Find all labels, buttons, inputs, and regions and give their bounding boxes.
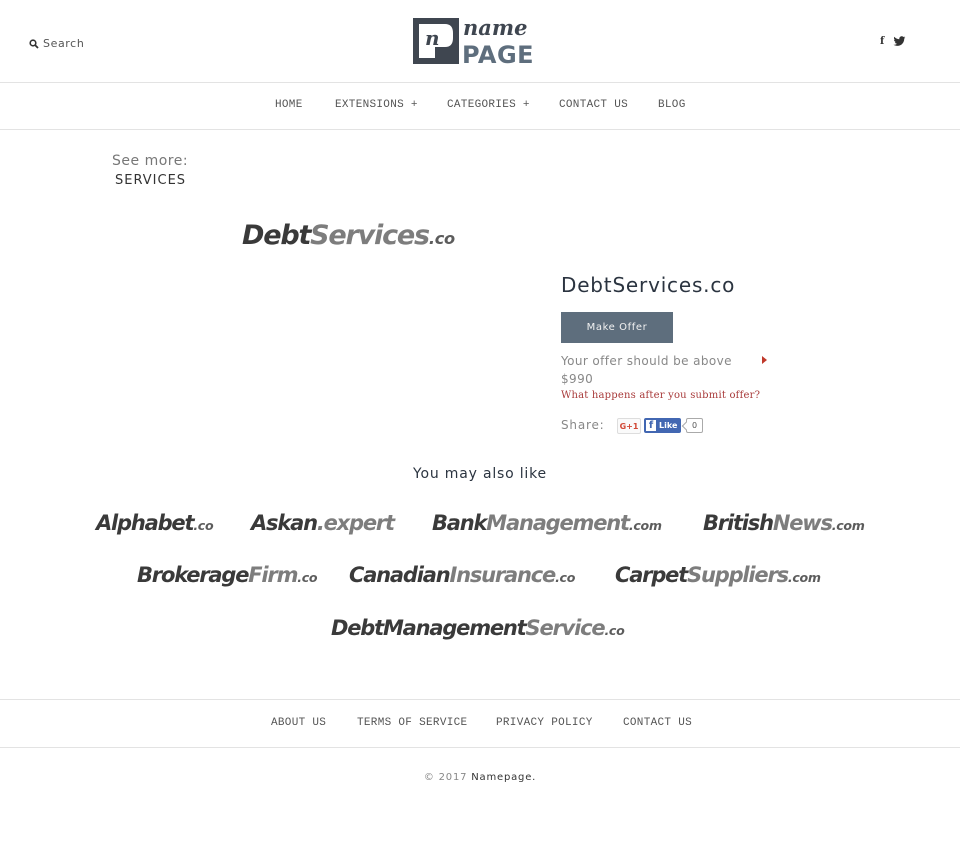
footer-privacy-policy[interactable]: PRIVACY POLICY [496, 717, 593, 729]
logo-bottom-word: PAGE [462, 41, 534, 64]
copyright-text: © 2017 [423, 772, 468, 783]
facebook-icon: f [646, 420, 656, 431]
search-trigger[interactable]: Search [29, 37, 84, 50]
footer-about-us[interactable]: ABOUT US [271, 717, 326, 729]
related-domain-part-a: Alphabet [96, 511, 195, 535]
domain-name-heading: DebtServices.co [561, 273, 736, 297]
domain-logo-tld: .co [428, 229, 455, 248]
make-offer-button[interactable]: Make Offer [561, 312, 673, 343]
related-domain-link[interactable]: BritishNews.com [703, 511, 865, 535]
related-domain-tld: .com [787, 570, 821, 585]
nav-blog[interactable]: BLOG [658, 99, 686, 111]
domain-logo-part-b: Services [310, 220, 430, 251]
related-domain-part-a: Brokerage [137, 563, 249, 587]
facebook-like-count: 0 [686, 418, 703, 433]
google-plus-button[interactable]: G+1 [617, 418, 641, 434]
footer-terms-of-service[interactable]: TERMS OF SERVICE [357, 717, 467, 729]
share-label: Share: [561, 418, 605, 432]
facebook-icon[interactable]: f [880, 36, 884, 47]
related-domain-tld: .com [831, 518, 865, 533]
related-domain-link[interactable]: BankManagement.com [432, 511, 662, 535]
related-domain-part-b: .expert [316, 511, 395, 535]
logo-top-word: name [463, 18, 527, 40]
social-links: f [880, 36, 906, 47]
twitter-icon[interactable] [893, 36, 906, 47]
related-domain-link[interactable]: Alphabet.co [96, 511, 214, 535]
nav-home[interactable]: HOME [275, 99, 303, 111]
see-more-category-link[interactable]: SERVICES [115, 173, 186, 188]
nav-categories[interactable]: CATEGORIES + [447, 99, 530, 111]
search-label: Search [43, 37, 85, 50]
offer-minimum-hint: Your offer should be above $990 [561, 354, 732, 386]
related-domain-part-a: DebtManagement [331, 616, 527, 640]
brand-link[interactable]: Namepage. [471, 772, 536, 783]
what-happens-link[interactable]: What happens after you submit offer? [561, 390, 760, 401]
related-domain-part-a: Canadian [349, 563, 451, 587]
search-icon [29, 38, 39, 49]
caret-right-icon[interactable] [762, 356, 767, 364]
site-header: Search n name PAGE f [0, 0, 960, 83]
facebook-like-label: Like [659, 421, 678, 430]
related-domain-part-b: Insurance [449, 563, 556, 587]
related-domain-tld: .com [628, 518, 662, 533]
related-domain-part-b: Service [525, 616, 606, 640]
related-domain-part-b: Management [486, 511, 630, 535]
related-domain-part-a: British [703, 511, 774, 535]
related-domain-tld: .co [555, 570, 576, 585]
site-logo[interactable]: n name PAGE [413, 15, 549, 69]
see-more-label: See more: [112, 153, 189, 169]
copyright: © 2017 Namepage. [0, 772, 960, 783]
related-domain-link[interactable]: Askan.expert [251, 511, 395, 535]
related-domain-link[interactable]: DebtManagementService.co [331, 616, 625, 640]
main-nav: HOME EXTENSIONS + CATEGORIES + CONTACT U… [0, 83, 960, 130]
related-domain-part-b: News [772, 511, 833, 535]
related-domain-part-a: Askan [251, 511, 318, 535]
nav-contact-us[interactable]: CONTACT US [559, 99, 628, 111]
related-domain-part-b: Firm [248, 563, 298, 587]
related-domain-link[interactable]: CanadianInsurance.co [349, 563, 575, 587]
related-heading: You may also like [413, 466, 547, 482]
related-domain-link[interactable]: BrokerageFirm.co [137, 563, 318, 587]
footer-contact-us[interactable]: CONTACT US [623, 717, 692, 729]
footer-nav: ABOUT US TERMS OF SERVICE PRIVACY POLICY… [0, 699, 960, 748]
related-domain-link[interactable]: CarpetSuppliers.com [615, 563, 821, 587]
related-domain-part-b: Suppliers [687, 563, 789, 587]
logo-badge-letter: n [425, 26, 440, 50]
nav-extensions[interactable]: EXTENSIONS + [335, 99, 418, 111]
domain-logo-part-a: Debt [242, 220, 311, 251]
domain-logo: DebtServices.co [242, 220, 455, 251]
related-domain-tld: .co [193, 518, 214, 533]
related-domain-part-a: Carpet [615, 563, 688, 587]
related-domain-tld: .co [604, 623, 625, 638]
related-domain-tld: .co [297, 570, 318, 585]
related-domain-part-a: Bank [432, 511, 488, 535]
facebook-like-button[interactable]: f Like [644, 418, 681, 433]
